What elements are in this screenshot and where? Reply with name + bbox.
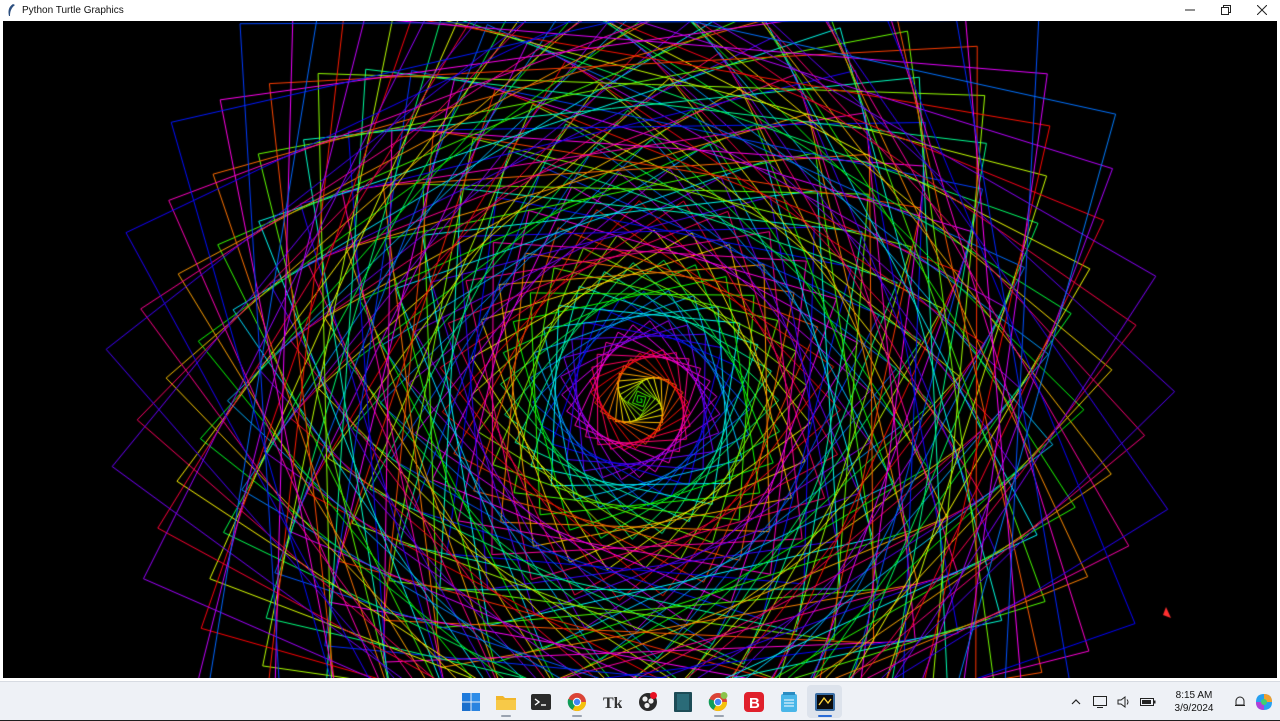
book-app-button[interactable]	[665, 685, 700, 718]
windows-logo-icon	[461, 692, 480, 711]
turtle-drawing-canvas[interactable]	[3, 21, 1277, 678]
volume-icon[interactable]	[1114, 692, 1134, 712]
title-bar[interactable]: Python Turtle Graphics	[0, 0, 1280, 20]
notepad-button[interactable]	[772, 685, 807, 718]
close-button[interactable]	[1244, 0, 1280, 20]
notepad-icon	[781, 691, 798, 712]
file-explorer-button[interactable]	[488, 685, 523, 718]
book-icon	[674, 691, 693, 712]
restore-icon	[1221, 5, 1231, 15]
chrome-profile-button[interactable]	[701, 685, 736, 718]
feather-icon	[4, 3, 18, 17]
chrome-button[interactable]	[559, 685, 594, 718]
chrome-icon	[709, 691, 728, 711]
clock-date: 3/9/2024	[1174, 702, 1214, 714]
start-button[interactable]	[453, 685, 488, 718]
battery-icon[interactable]	[1138, 692, 1158, 712]
python-turtle-button[interactable]	[806, 685, 843, 718]
copilot-icon[interactable]	[1254, 692, 1274, 712]
minimize-icon	[1185, 9, 1195, 11]
clock-time: 8:15 AM	[1175, 689, 1213, 701]
turtle-window: Python Turtle Graphics	[0, 0, 1280, 681]
record-icon	[638, 691, 657, 711]
display-icon[interactable]	[1090, 692, 1110, 712]
chrome-icon	[567, 692, 586, 711]
taskbar: Tk B 8:15 AM 3/9/2024	[0, 681, 1280, 720]
terminal-icon	[531, 693, 552, 710]
chevron-up-icon[interactable]	[1066, 692, 1086, 712]
notification-icon[interactable]	[1230, 692, 1250, 712]
window-title: Python Turtle Graphics	[22, 4, 124, 16]
terminal-button[interactable]	[524, 685, 559, 718]
taskbar-apps: Tk B	[453, 685, 843, 718]
system-tray: 8:15 AM 3/9/2024	[1064, 682, 1280, 721]
clock[interactable]: 8:15 AM 3/9/2024	[1166, 689, 1222, 715]
close-icon	[1257, 5, 1267, 15]
restore-button[interactable]	[1208, 0, 1244, 20]
font-app-button[interactable]: Tk	[595, 685, 630, 718]
turtle-canvas-area[interactable]	[3, 21, 1277, 678]
font-icon: Tk	[603, 695, 622, 711]
svg-text:Tk: Tk	[603, 695, 622, 711]
obs-button[interactable]	[630, 685, 665, 718]
window-controls	[1172, 0, 1280, 20]
minimize-button[interactable]	[1172, 0, 1208, 20]
folder-icon	[496, 695, 517, 710]
svg-text:B: B	[749, 695, 760, 712]
b-app-button[interactable]: B	[736, 685, 771, 718]
b-icon: B	[743, 691, 764, 712]
python-turtle-icon	[814, 692, 835, 711]
